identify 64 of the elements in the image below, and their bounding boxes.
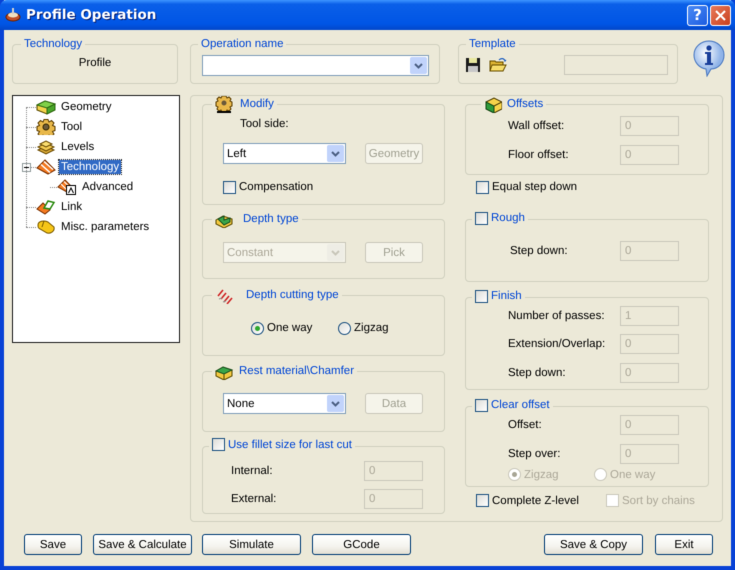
- equal-step-down-checkbox[interactable]: Equal step down: [476, 180, 578, 194]
- cube-icon: [484, 96, 502, 112]
- operation-name-dropdown[interactable]: [202, 55, 429, 76]
- clear-offset-checkbox[interactable]: Clear offset: [475, 398, 550, 412]
- dialog-button[interactable]: Simulate: [202, 534, 301, 555]
- block-icon: [36, 99, 56, 115]
- rough-checkbox[interactable]: Rough: [475, 211, 525, 226]
- open-folder-icon[interactable]: [489, 57, 507, 73]
- finish-checkbox[interactable]: Finish: [475, 289, 522, 304]
- complete-z-level-checkbox[interactable]: Complete Z-level: [476, 494, 579, 508]
- step-down-label: Step down:: [510, 244, 569, 256]
- tree-item[interactable]: Levels: [59, 140, 96, 154]
- wedge-with-box-icon: [57, 178, 77, 196]
- tree-item[interactable]: Link: [59, 200, 84, 214]
- close-button[interactable]: [710, 4, 731, 26]
- fillet-checkbox[interactable]: Use fillet size for last cut: [212, 438, 352, 452]
- fillet-size-label: External:: [231, 493, 278, 505]
- finish-label: Number of passes:: [508, 310, 606, 322]
- clear-offset-label: Offset:: [508, 418, 543, 430]
- radio-button[interactable]: Zigzag: [338, 321, 389, 335]
- app-icon: [5, 7, 21, 23]
- technology-value: Profile: [78, 57, 112, 69]
- dialog-button[interactable]: Exit: [655, 534, 713, 555]
- stacked-layers-icon: [36, 139, 56, 155]
- gear-icon: [215, 96, 233, 112]
- tree-item[interactable]: Advanced: [80, 180, 136, 194]
- rest-material-dropdown[interactable]: None: [223, 393, 346, 414]
- wedge-with-frame-icon: [36, 199, 56, 215]
- group-title: Modify: [240, 98, 274, 110]
- dialog-button[interactable]: Save & Calculate: [93, 534, 192, 555]
- finish-label: Step down:: [508, 366, 567, 378]
- slanted-lines-icon: [215, 286, 233, 304]
- group-title: Offsets: [507, 98, 544, 110]
- window-title: Profile Operation: [26, 7, 158, 23]
- group-title: Depth type: [243, 213, 299, 225]
- tree-item[interactable]: Tool: [59, 120, 84, 134]
- compensation-checkbox[interactable]: Compensation: [223, 180, 314, 194]
- group-title: Template: [469, 38, 516, 50]
- tree-item[interactable]: Technology: [59, 160, 122, 174]
- striped-wedge-icon: [36, 159, 56, 175]
- collapse-toggle-icon[interactable]: [22, 162, 31, 172]
- offset-label: Floor offset:: [508, 149, 570, 161]
- dialog-button[interactable]: Save & Copy: [544, 534, 643, 555]
- dialog-button[interactable]: Save: [24, 534, 82, 555]
- tree-item[interactable]: Misc. parameters: [59, 220, 152, 234]
- mouse-icon: [36, 219, 56, 235]
- clear-offset-label: Step over:: [508, 448, 562, 460]
- group-title: Technology: [24, 38, 82, 50]
- radio-button[interactable]: One way: [251, 321, 312, 335]
- close-icon: [715, 10, 726, 20]
- help-button[interactable]: ?: [687, 4, 708, 26]
- tool-side-dropdown[interactable]: Left: [223, 143, 346, 164]
- group-title: Rest material\Chamfer: [239, 365, 354, 377]
- fillet-size-label: Internal:: [231, 465, 274, 477]
- finish-label: Extension/Overlap:: [508, 338, 606, 350]
- gear-icon: [36, 119, 56, 135]
- tree-item[interactable]: Geometry: [59, 100, 114, 114]
- group-title: Operation name: [201, 38, 284, 50]
- info-icon[interactable]: [693, 40, 725, 77]
- offset-label: Wall offset:: [508, 120, 566, 132]
- save-icon[interactable]: [465, 57, 481, 73]
- dialog-button[interactable]: GCode: [312, 534, 411, 555]
- tool-side-label: Tool side:: [240, 118, 289, 130]
- group-title: Depth cutting type: [246, 289, 339, 301]
